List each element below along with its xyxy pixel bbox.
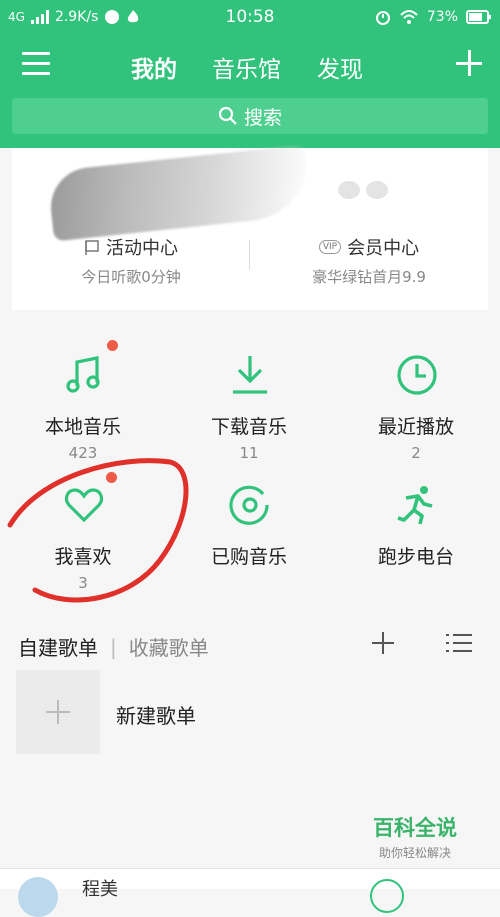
tab-created-playlists[interactable]: 自建歌单 bbox=[18, 632, 98, 661]
activity-center-label: 活动中心 bbox=[106, 238, 178, 259]
tab-collected-playlists[interactable]: 收藏歌单 bbox=[129, 632, 209, 661]
music-note-icon bbox=[66, 356, 100, 393]
tab-music-hall[interactable]: 音乐馆 bbox=[212, 50, 281, 84]
blurred-user-info bbox=[47, 144, 313, 242]
grid-label: 本地音乐 bbox=[44, 416, 121, 438]
add-icon[interactable] bbox=[456, 50, 482, 76]
purchased-disc-icon bbox=[229, 485, 269, 525]
vip-center-label: 会员中心 bbox=[347, 238, 420, 259]
menu-icon[interactable] bbox=[22, 52, 50, 76]
search-icon bbox=[218, 106, 237, 125]
runner-icon bbox=[397, 486, 433, 525]
vip-promo: 豪华绿钻首月9.9 bbox=[312, 268, 426, 286]
search-area: 搜索 bbox=[0, 96, 500, 148]
grid-label: 最近播放 bbox=[377, 416, 454, 438]
grid-label: 下载音乐 bbox=[210, 416, 287, 438]
profile-card: 活动中心 今日听歌0分钟 VIP 会员中心 豪华绿钻首月9.9 bbox=[12, 144, 488, 310]
level-badge-icon bbox=[366, 181, 388, 199]
tab-discover[interactable]: 发现 bbox=[317, 50, 363, 84]
app-header: 我的 音乐馆 发现 bbox=[0, 36, 500, 96]
battery-percent: 73% bbox=[426, 9, 458, 25]
search-input[interactable]: 搜索 bbox=[12, 98, 488, 134]
now-playing-bar[interactable]: 程美 bbox=[0, 868, 500, 917]
new-playlist-label[interactable]: 新建歌单 bbox=[116, 700, 196, 729]
tab-separator: | bbox=[110, 634, 117, 659]
play-button-icon[interactable] bbox=[370, 879, 404, 913]
tab-mine[interactable]: 我的 bbox=[131, 50, 177, 84]
grid-recent-play[interactable]: 最近播放 2 bbox=[333, 354, 499, 484]
grid-count: 2 bbox=[411, 444, 421, 462]
alarm-icon bbox=[375, 11, 390, 25]
new-playlist-plus-tile[interactable] bbox=[16, 670, 100, 754]
watermark: 百科全说 助你轻松解决 bbox=[360, 812, 470, 861]
activity-center[interactable]: 活动中心 今日听歌0分钟 bbox=[12, 234, 250, 287]
new-dot bbox=[107, 340, 118, 351]
download-icon bbox=[233, 356, 267, 394]
avatar bbox=[18, 877, 58, 917]
vip-icon: VIP bbox=[318, 240, 342, 254]
diamond-badge-icon bbox=[338, 181, 360, 199]
vip-center[interactable]: VIP 会员中心 豪华绿钻首月9.9 bbox=[250, 234, 488, 287]
status-bar: 4G 2.9K/s 10:58 73% bbox=[0, 0, 500, 36]
wifi-icon bbox=[400, 10, 418, 24]
grid-label: 跑步电台 bbox=[377, 546, 454, 568]
watermark-title: 百科全说 bbox=[373, 816, 457, 840]
flag-icon bbox=[85, 240, 99, 255]
add-playlist-icon[interactable] bbox=[372, 632, 394, 654]
now-playing-name: 程美 bbox=[82, 879, 118, 900]
red-circle-annotation bbox=[7, 458, 189, 603]
grid-running-radio[interactable]: 跑步电台 bbox=[333, 484, 499, 614]
search-placeholder: 搜索 bbox=[243, 106, 282, 129]
playlist-manage-icon[interactable] bbox=[446, 632, 472, 654]
playlist-tabs: 自建歌单 | 收藏歌单 bbox=[18, 632, 209, 661]
watermark-subtitle: 助你轻松解决 bbox=[378, 846, 451, 860]
clock-icon bbox=[397, 355, 437, 395]
battery-icon bbox=[466, 10, 491, 24]
listen-time: 今日听歌0分钟 bbox=[81, 268, 181, 286]
